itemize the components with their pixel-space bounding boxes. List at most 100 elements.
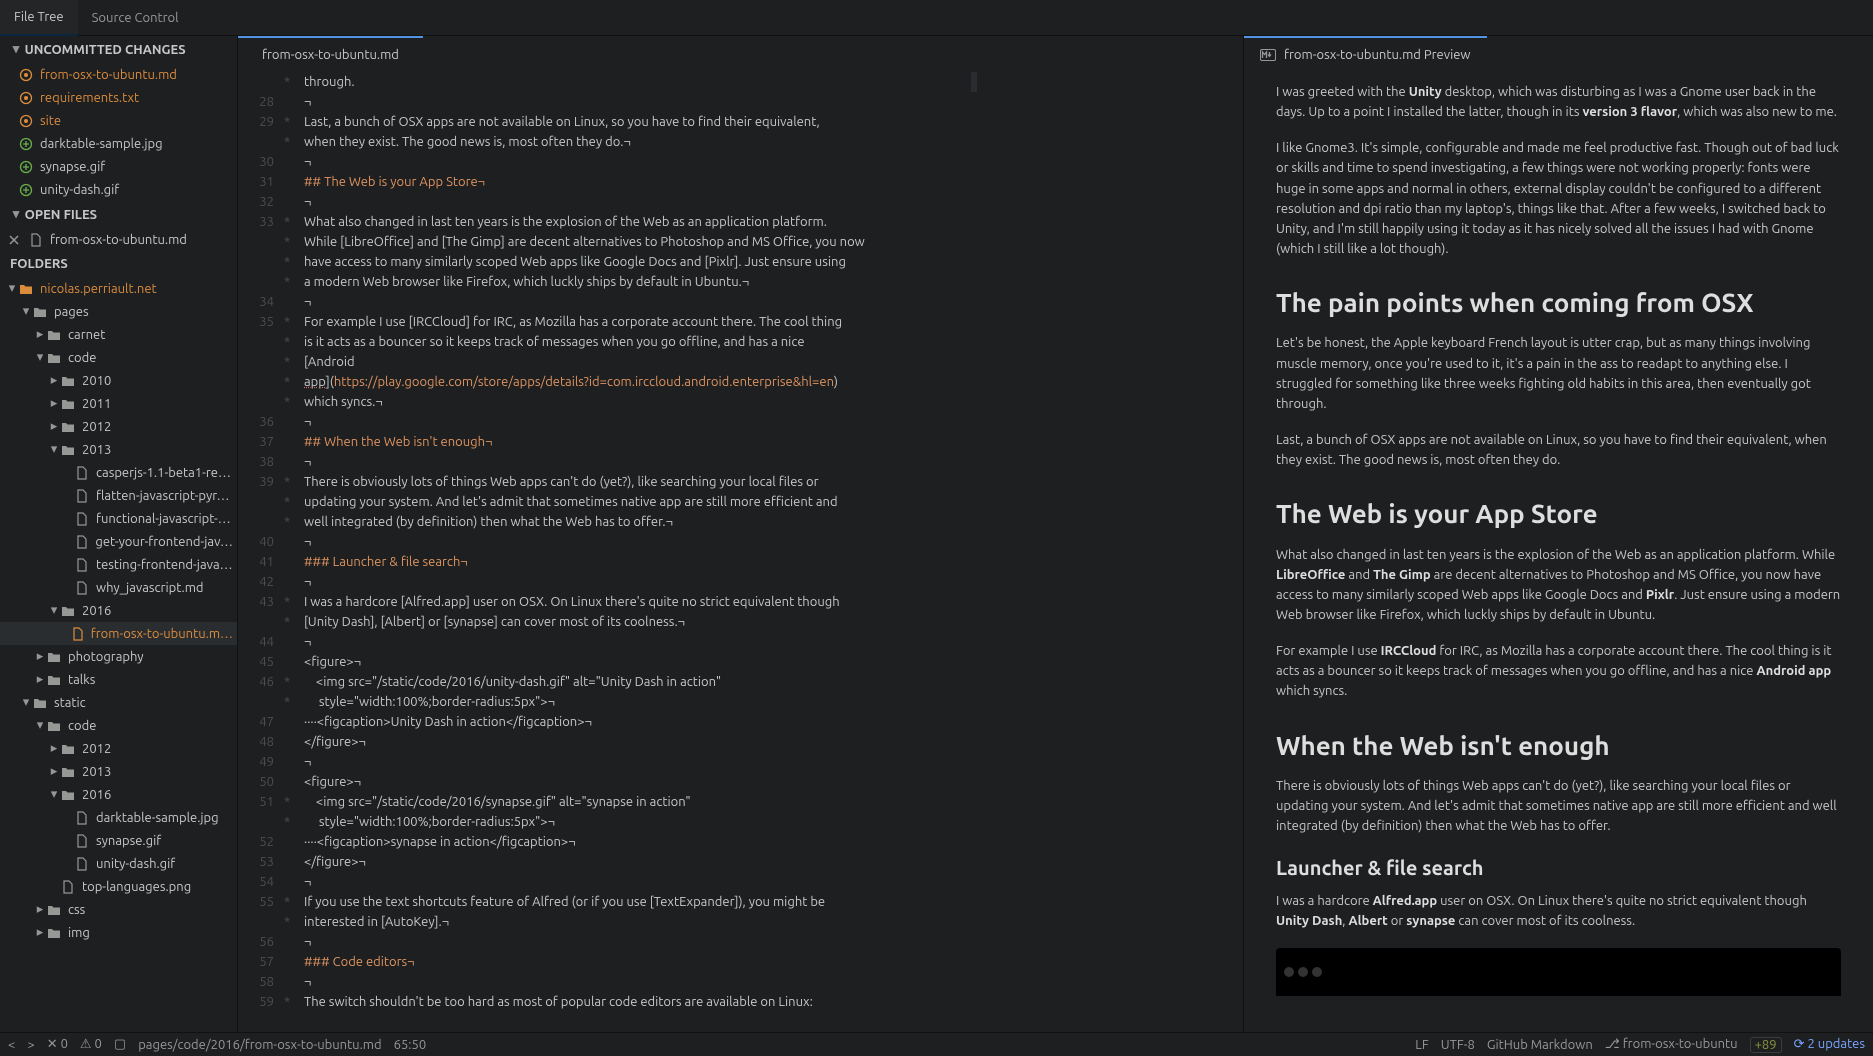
status-eol[interactable]: LF — [1415, 1038, 1428, 1052]
open-file[interactable]: from-osx-to-ubuntu.md — [0, 228, 237, 251]
preview-tab[interactable]: from-osx-to-ubuntu.md Preview — [1244, 36, 1487, 72]
code-line[interactable]: ### Code editors¬ — [298, 952, 1243, 972]
code-line[interactable]: ¬ — [298, 152, 1243, 172]
uncommitted-file[interactable]: requirements.txt — [0, 86, 237, 109]
code-line[interactable]: [Unity Dash], [Albert] or [synapse] can … — [298, 612, 1243, 632]
tree-item[interactable]: get-your-frontend-jav… — [0, 530, 237, 553]
code-line[interactable]: ¬ — [298, 972, 1243, 992]
tree-item[interactable]: ▾code — [0, 346, 237, 369]
tree-item[interactable]: ▸2010 — [0, 369, 237, 392]
tree-item[interactable]: ▾static — [0, 691, 237, 714]
code-line[interactable]: is it acts as a bouncer so it keeps trac… — [298, 332, 1243, 352]
code-line[interactable]: ····<figcaption>Unity Dash in action</fi… — [298, 712, 1243, 732]
code-line[interactable]: I was a hardcore [Alfred.app] user on OS… — [298, 592, 1243, 612]
code-line[interactable]: ¬ — [298, 92, 1243, 112]
code-line[interactable]: If you use the text shortcuts feature of… — [298, 892, 1243, 912]
tree-item[interactable]: ▸img — [0, 921, 237, 944]
code-line[interactable]: ····<figcaption>synapse in action</figca… — [298, 832, 1243, 852]
code-line[interactable]: when they exist. The good news is, most … — [298, 132, 1243, 152]
code-line[interactable]: Last, a bunch of OSX apps are not availa… — [298, 112, 1243, 132]
terminal-icon[interactable]: ▢ — [114, 1037, 126, 1052]
tree-root[interactable]: ▾nicolas.perriault.net — [0, 277, 237, 300]
code-line[interactable]: <figure>¬ — [298, 652, 1243, 672]
code-line[interactable]: <img src="/static/code/2016/synapse.gif"… — [298, 792, 1243, 812]
code-line[interactable]: ¬ — [298, 192, 1243, 212]
uncommitted-file[interactable]: unity-dash.gif — [0, 178, 237, 201]
code-line[interactable]: ¬ — [298, 872, 1243, 892]
uncommitted-file[interactable]: synapse.gif — [0, 155, 237, 178]
tree-item[interactable]: casperjs-1.1-beta1-re… — [0, 461, 237, 484]
code-line[interactable]: ¬ — [298, 572, 1243, 592]
tree-item[interactable]: functional-javascript-… — [0, 507, 237, 530]
tree-item[interactable]: ▸2013 — [0, 760, 237, 783]
tree-item[interactable]: ▾2016 — [0, 783, 237, 806]
tree-item[interactable]: unity-dash.gif — [0, 852, 237, 875]
uncommitted-file[interactable]: darktable-sample.jpg — [0, 132, 237, 155]
tree-item[interactable]: ▸talks — [0, 668, 237, 691]
tree-item[interactable]: top-languages.png — [0, 875, 237, 898]
code-line[interactable]: through. — [298, 72, 1243, 92]
nav-back-button[interactable]: < — [8, 1038, 15, 1052]
code-line[interactable]: app](https://play.google.com/store/apps/… — [298, 372, 1243, 392]
code-line[interactable]: a modern Web browser like Firefox, which… — [298, 272, 1243, 292]
tree-item[interactable]: synapse.gif — [0, 829, 237, 852]
uncommitted-file[interactable]: from-osx-to-ubuntu.md — [0, 63, 237, 86]
code-line[interactable]: ¬ — [298, 752, 1243, 772]
code-line[interactable]: have access to many similarly scoped Web… — [298, 252, 1243, 272]
code-line[interactable]: For example I use [IRCCloud] for IRC, as… — [298, 312, 1243, 332]
tree-item[interactable]: darktable-sample.jpg — [0, 806, 237, 829]
status-cursor-pos[interactable]: 65:50 — [394, 1038, 427, 1052]
tree-item[interactable]: ▾2013 — [0, 438, 237, 461]
status-path[interactable]: pages/code/2016/from-osx-to-ubuntu.md — [138, 1038, 381, 1052]
code-line[interactable]: </figure>¬ — [298, 732, 1243, 752]
code-line[interactable]: ¬ — [298, 932, 1243, 952]
code-line[interactable]: ### Launcher & file search¬ — [298, 552, 1243, 572]
tree-item[interactable]: ▸carnet — [0, 323, 237, 346]
tree-item[interactable]: ▸2011 — [0, 392, 237, 415]
diagnostics-errors[interactable]: ✕ 0 — [47, 1037, 68, 1052]
code-line[interactable]: While [LibreOffice] and [The Gimp] are d… — [298, 232, 1243, 252]
uncommitted-file[interactable]: site — [0, 109, 237, 132]
code-line[interactable]: updating your system. And let's admit th… — [298, 492, 1243, 512]
code-line[interactable]: <img src="/static/code/2016/unity-dash.g… — [298, 672, 1243, 692]
code-line[interactable]: ## The Web is your App Store¬ — [298, 172, 1243, 192]
tree-item[interactable]: ▸photography — [0, 645, 237, 668]
editor-body[interactable]: 2829303132333435363738394041424344454647… — [238, 72, 1243, 1032]
close-icon[interactable] — [6, 234, 22, 246]
code-line[interactable]: What also changed in last ten years is t… — [298, 212, 1243, 232]
code-line[interactable]: style="width:100%;border-radius:5px">¬ — [298, 812, 1243, 832]
code-line[interactable]: <figure>¬ — [298, 772, 1243, 792]
code-line[interactable]: </figure>¬ — [298, 852, 1243, 872]
code-line[interactable]: interested in [AutoKey].¬ — [298, 912, 1243, 932]
status-git-diff[interactable]: +89 — [1750, 1037, 1782, 1053]
markdown-preview[interactable]: I was greeted with the Unity desktop, wh… — [1244, 72, 1873, 1032]
diagnostics-warnings[interactable]: ⚠ 0 — [80, 1037, 102, 1052]
status-encoding[interactable]: UTF-8 — [1441, 1038, 1475, 1052]
tree-item[interactable]: ▸css — [0, 898, 237, 921]
code-line[interactable]: well integrated (by definition) then wha… — [298, 512, 1243, 532]
code-line[interactable]: which syncs.¬ — [298, 392, 1243, 412]
code-line[interactable]: The switch shouldn't be too hard as most… — [298, 992, 1243, 1012]
tree-item[interactable]: ▾code — [0, 714, 237, 737]
tree-item[interactable]: ▾2016 — [0, 599, 237, 622]
tab-source-control[interactable]: Source Control — [78, 0, 193, 36]
tree-item[interactable]: from-osx-to-ubuntu.m… — [0, 622, 237, 645]
code-line[interactable]: ¬ — [298, 412, 1243, 432]
code-line[interactable]: There is obviously lots of things Web ap… — [298, 472, 1243, 492]
code-line[interactable]: ## When the Web isn't enough¬ — [298, 432, 1243, 452]
code-line[interactable]: style="width:100%;border-radius:5px">¬ — [298, 692, 1243, 712]
nav-fwd-button[interactable]: > — [27, 1038, 34, 1052]
tree-item[interactable]: why_javascript.md — [0, 576, 237, 599]
tree-item[interactable]: ▾pages — [0, 300, 237, 323]
status-updates[interactable]: ⟳ 2 updates — [1794, 1037, 1865, 1052]
tab-file-tree[interactable]: File Tree — [0, 0, 78, 36]
tree-item[interactable]: flatten-javascript-pyr… — [0, 484, 237, 507]
section-uncommitted[interactable]: ▾ UNCOMMITTED CHANGES — [0, 36, 237, 63]
tree-item[interactable]: testing-frontend-java… — [0, 553, 237, 576]
status-branch[interactable]: ⎇ from-osx-to-ubuntu — [1605, 1037, 1738, 1052]
code-line[interactable]: ¬ — [298, 532, 1243, 552]
code-line[interactable]: ¬ — [298, 452, 1243, 472]
code-line[interactable]: [Android — [298, 352, 1243, 372]
code-line[interactable]: ¬ — [298, 632, 1243, 652]
tree-item[interactable]: ▸2012 — [0, 737, 237, 760]
